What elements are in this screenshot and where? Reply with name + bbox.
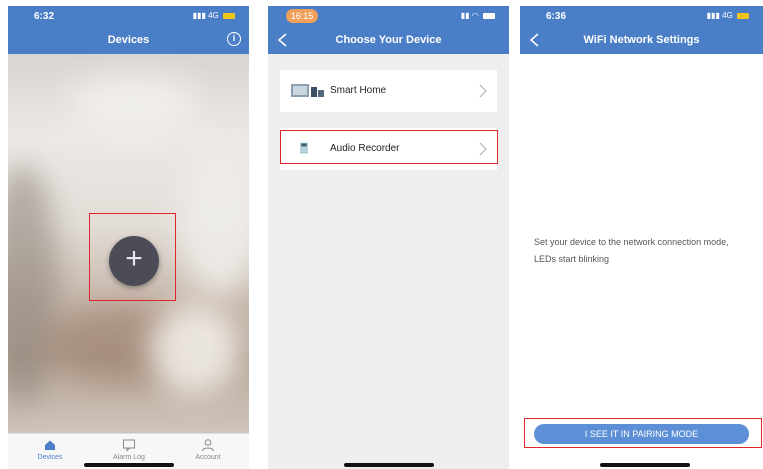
smart-home-device-icon: [291, 84, 324, 97]
choose-device-screen: 16:15 ▮▮ ◠ Choose Your Device Smart Home: [268, 6, 509, 469]
highlight-box: [280, 130, 498, 164]
pairing-instruction: Set your device to the network connectio…: [534, 237, 729, 264]
tab-devices[interactable]: Devices: [20, 438, 80, 461]
info-icon[interactable]: i: [227, 32, 241, 46]
status-icons: ▮▮ ◠: [461, 11, 495, 20]
status-time: 16:15: [286, 9, 318, 23]
device-list: Smart Home Audio Recorder: [268, 54, 509, 469]
tab-account[interactable]: Account: [178, 438, 238, 461]
devices-screen: 6:32 ▮▮▮ 4G Devices i + Devices Alarm Lo…: [8, 6, 249, 469]
status-network: ▮▮▮ 4G: [193, 11, 235, 20]
status-time: 6:32: [34, 11, 55, 22]
wifi-settings-screen: 6:36 ▮▮▮ 4G WiFi Network Settings Set yo…: [520, 6, 763, 469]
status-bar: 16:15 ▮▮ ◠: [268, 6, 509, 26]
device-label: Smart Home: [330, 85, 387, 96]
chevron-right-icon: [479, 84, 487, 98]
nav-bar: Devices i: [8, 26, 249, 54]
status-bar: 6:36 ▮▮▮ 4G: [520, 6, 763, 26]
device-option-smart-home[interactable]: Smart Home: [280, 70, 497, 112]
status-bar: 6:32 ▮▮▮ 4G: [8, 6, 249, 26]
nav-bar: Choose Your Device: [268, 26, 509, 54]
page-title: WiFi Network Settings: [583, 34, 700, 46]
signal-icon: ▮▮▮: [706, 11, 720, 20]
message-icon: [123, 439, 135, 452]
pairing-mode-button[interactable]: I SEE IT IN PAIRING MODE: [534, 424, 749, 444]
battery-icon: [223, 12, 235, 19]
signal-icon: ▮▮: [460, 11, 470, 20]
battery-icon: [483, 12, 495, 19]
wifi-icon: ◠: [471, 11, 479, 20]
home-indicator: [84, 463, 174, 467]
tab-alarm-log[interactable]: Alarm Log: [99, 438, 159, 461]
home-indicator: [600, 463, 690, 467]
battery-icon: [737, 12, 749, 19]
signal-icon: ▮▮▮: [192, 11, 206, 20]
page-title: Devices: [107, 34, 150, 46]
nav-bar: WiFi Network Settings: [520, 26, 763, 54]
add-device-button[interactable]: +: [109, 236, 159, 286]
page-title: Choose Your Device: [335, 34, 442, 46]
status-network: ▮▮▮ 4G: [707, 11, 749, 20]
status-time: 6:36: [546, 11, 567, 22]
user-icon: [202, 439, 214, 452]
home-icon: [45, 440, 55, 450]
home-indicator: [344, 463, 434, 467]
